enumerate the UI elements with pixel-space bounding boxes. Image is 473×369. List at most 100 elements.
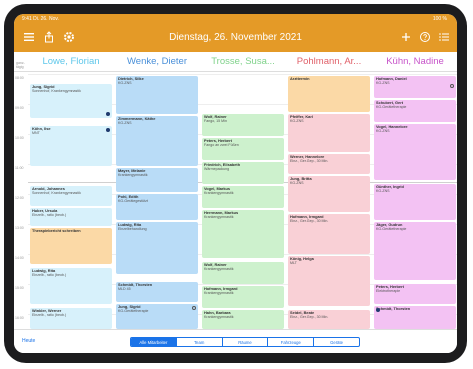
menu-icon[interactable]	[22, 31, 36, 45]
allday-label: ganz-tägig	[16, 61, 25, 69]
appointment-card[interactable]: Schmidt, Thorsten	[374, 306, 456, 329]
share-icon[interactable]	[42, 31, 56, 45]
appointment-card[interactable]: Hofmann, Daniel KG-ZNS	[374, 76, 456, 98]
hour-label: 12:00	[15, 196, 24, 200]
appointment-card[interactable]: Jung, Sigrid KG-Gerätetherapie	[116, 304, 198, 329]
appointment-title: Arzttermin	[290, 77, 310, 81]
hour-label: 13:00	[15, 226, 24, 230]
appointment-card[interactable]: Wolf, Rainer Fango, 15 Min	[202, 114, 284, 136]
appointment-card[interactable]: Vogel, Markus Krankengymnastik	[202, 186, 284, 208]
appointment-card[interactable]: Seidel, Beate Einz., Ger.Gep., 30 Min.	[288, 310, 370, 329]
appointment-card[interactable]: Zimmermann, Käthe KG-ZNS	[116, 116, 198, 166]
appointment-card[interactable]: Huber, Ursula Einzelb., ratio (beob.)	[30, 208, 112, 226]
appointment-detail: KG-Gerätetherapie	[118, 309, 149, 314]
appointment-detail: Einz., Ger.Gep., 30 Min.	[290, 219, 329, 224]
date-title[interactable]: Dienstag, 26. November 2021	[124, 32, 347, 43]
segment-rooms[interactable]: Räume	[223, 338, 269, 346]
status-battery: 100 %	[432, 16, 447, 22]
appointment-detail: Fango an zwei Füßen	[204, 143, 239, 148]
appointment-detail: Einzelb., ratio (beob.)	[32, 313, 67, 318]
appointment-card[interactable]: Arnold, Johannes Sonnenhof, Krankengymna…	[30, 186, 112, 206]
status-bar: 9:41 Di. 26. Nov. 100 %	[14, 14, 457, 24]
appointment-card[interactable]: Ludwig, Rita Einzelb., ratio (beob.)	[30, 268, 112, 304]
column-header-wenke[interactable]: Wenke, Dieter	[116, 56, 198, 67]
appointment-detail: KG-ZNS	[376, 189, 390, 194]
today-button[interactable]: Heute	[22, 338, 35, 344]
add-icon[interactable]	[399, 31, 413, 45]
appointment-detail: KG-ZNS	[290, 119, 304, 124]
bottom-bar: Heute Alle Mitarbeiter Team Räume Fahrze…	[14, 329, 457, 353]
appointment-card[interactable]: Therapiebericht schreiben	[30, 228, 112, 264]
appointment-detail: KG-Gerätegestützt	[118, 199, 148, 204]
ipad-frame: 9:41 Di. 26. Nov. 100 % Dienstag, 26. No…	[4, 4, 467, 363]
appointment-card[interactable]: Vogel, Hannelore KG-ZNS	[374, 124, 456, 180]
appointment-card[interactable]: Dietrich, Silke KG-ZNS	[116, 76, 198, 114]
appointment-card[interactable]: Jung, Britta KG-ZNS	[288, 176, 370, 212]
column-header-pohlmann[interactable]: Pohlmann, Ar...	[288, 56, 370, 67]
appointment-card[interactable]: Hahn, Barbara Krankengymnastik	[202, 310, 284, 329]
settings-icon[interactable]	[62, 31, 76, 45]
column-headers: ganz-tägig Lowe, Florian Wenke, Dieter T…	[14, 52, 457, 72]
segment-team[interactable]: Team	[177, 338, 223, 346]
hour-label: 10:00	[15, 136, 24, 140]
appointment-card[interactable]: Ludwig, Rita Einzelbehandlung	[116, 222, 198, 274]
appointment-card[interactable]: Werner, Hannelore Einz., Ger.Gep., 30 Mi…	[288, 154, 370, 174]
appointment-detail: KG-Gerätetherapie	[376, 105, 407, 110]
appointment-detail: Fango, 15 Min	[204, 119, 227, 124]
appointment-detail: MLD 45	[118, 287, 131, 292]
segment-vehicles[interactable]: Fahrzeuge	[268, 338, 315, 346]
appointment-card[interactable]: Peters, Herbert Fango an zwei Füßen	[202, 138, 284, 160]
appointment-card[interactable]: Köhn, Ilse MNT	[30, 126, 112, 166]
column-header-trosse[interactable]: Trosse, Susa...	[202, 56, 284, 67]
hour-label: 11:00	[15, 166, 24, 170]
appointment-detail: Krankengymnastik	[204, 215, 234, 220]
appointment-card[interactable]: König, Helga MLT	[288, 256, 370, 306]
status-ring-icon	[192, 306, 196, 310]
appointment-card[interactable]: Schmidt, Thorsten MLD 45	[116, 282, 198, 302]
appointment-detail: KG-Gerätetherapie	[376, 227, 407, 232]
appointment-detail: Krankengymnastik	[204, 191, 234, 196]
appointment-card[interactable]: Arzttermin	[288, 76, 370, 112]
appointment-card[interactable]: Winkler, Werner Einzelb., ratio (beob.)	[30, 308, 112, 329]
appointment-detail: Einzelb., ratio (beob.)	[32, 273, 67, 278]
hour-label: 09:00	[15, 106, 24, 110]
status-dot-icon	[106, 112, 110, 116]
appointment-detail: Einzelbehandlung	[118, 227, 147, 232]
hour-label: 16:00	[15, 316, 24, 320]
help-icon[interactable]	[418, 31, 432, 45]
appointment-detail: Einz., Ger.Gep., 30 Min.	[290, 315, 329, 320]
resource-segmented-control: Alle Mitarbeiter Team Räume Fahrzeuge Ge…	[130, 337, 360, 347]
appointment-card[interactable]: Hofmann, Irmgard Krankengymnastik	[202, 286, 284, 308]
hour-label: 08:00	[15, 76, 24, 80]
appointment-card[interactable]: Günther, Ingrid KG-ZNS	[374, 184, 456, 220]
appointment-detail: KG-ZNS	[376, 81, 390, 86]
appointment-detail: Sonnenhof, Krankengymnastik	[32, 191, 81, 196]
appointment-card[interactable]: Pfeiffer, Karl KG-ZNS	[288, 114, 370, 152]
list-icon[interactable]	[437, 31, 451, 45]
appointment-card[interactable]: Herrmann, Markus Krankengymnastik	[202, 210, 284, 258]
appointment-title: Schmidt, Thorsten	[376, 307, 411, 311]
appointment-detail: MLT	[290, 261, 297, 266]
appointment-card[interactable]: Jäger, Gudrun KG-Gerätetherapie	[374, 222, 456, 280]
hour-label: 15:00	[15, 286, 24, 290]
appointment-card[interactable]: Pohl, Edith KG-Gerätegestützt	[116, 194, 198, 220]
appointment-detail: Krankengymnastik	[118, 173, 148, 178]
appointment-title: Therapiebericht schreiben	[32, 229, 81, 233]
segment-all-staff[interactable]: Alle Mitarbeiter	[131, 338, 177, 346]
appointment-card[interactable]: Schubert, Gert KG-Gerätetherapie	[374, 100, 456, 122]
appointment-card[interactable]: Wolf, Rainer Krankengymnastik	[202, 262, 284, 284]
status-time: 9:41 Di. 26. Nov.	[22, 16, 59, 22]
appointment-card[interactable]: Jung, Sigrid Sonnenhof, Krankengymnastik	[30, 84, 112, 118]
hour-label: 14:00	[15, 256, 24, 260]
column-header-lowe[interactable]: Lowe, Florian	[30, 56, 112, 67]
appointment-detail: Sonnenhof, Krankengymnastik	[32, 89, 81, 94]
segment-devices[interactable]: Geräte	[314, 338, 359, 346]
appointment-detail: Wärmepackung	[204, 167, 230, 172]
status-dot-icon	[106, 128, 110, 132]
appointment-card[interactable]: Mayer, Melanie Krankengymnastik	[116, 168, 198, 192]
appointment-card[interactable]: Peters, Herbert Elektrotherapie	[374, 284, 456, 304]
appointment-card[interactable]: Hofmann, Irmgard Einz., Ger.Gep., 30 Min…	[288, 214, 370, 254]
appointment-card[interactable]: Friedrich, Elisabeth Wärmepackung	[202, 162, 284, 184]
column-header-kuehn[interactable]: Kühn, Nadine	[374, 56, 456, 67]
appointment-detail: KG-ZNS	[290, 181, 304, 186]
